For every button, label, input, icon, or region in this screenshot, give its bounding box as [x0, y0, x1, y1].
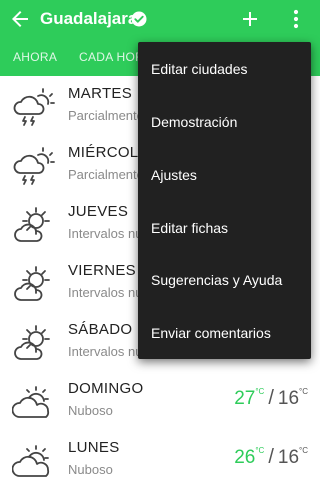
temp-separator: /: [268, 446, 274, 468]
forecast-row[interactable]: LUNES Nuboso 26°C/16°C: [0, 432, 320, 491]
forecast-temps: 26°C/16°C: [234, 446, 308, 469]
temp-high: 27: [234, 388, 256, 409]
temp-high-unit: °C: [255, 446, 265, 455]
forecast-day: VIERNES: [68, 262, 136, 279]
storm-cloud-sun-icon: [13, 88, 55, 126]
more-vert-icon[interactable]: [286, 7, 306, 31]
temp-low: 16: [277, 447, 300, 468]
forecast-day: MARTES: [68, 85, 133, 102]
temp-low-unit: °C: [299, 387, 308, 396]
menu-item-editar-ciudades[interactable]: Editar ciudades: [151, 61, 248, 77]
cloudy-icon: [12, 445, 50, 477]
forecast-day: JUEVES: [68, 203, 129, 220]
verified-check-icon: [131, 11, 147, 27]
forecast-temps: 27°C/16°C: [234, 387, 308, 410]
menu-item-ajustes[interactable]: Ajustes: [151, 167, 197, 183]
forecast-desc: Nuboso: [68, 403, 113, 418]
menu-item-editar-fichas[interactable]: Editar fichas: [151, 220, 228, 236]
cloudy-icon: [12, 386, 50, 418]
partly-cloudy-icon: [14, 266, 50, 301]
partly-cloudy-icon: [14, 207, 50, 242]
forecast-desc: Nuboso: [68, 462, 113, 477]
back-arrow-icon[interactable]: [8, 7, 32, 31]
temp-separator: /: [268, 387, 274, 409]
app-bar: Guadalajara: [0, 0, 320, 38]
menu-item-sugerencias-ayuda[interactable]: Sugerencias y Ayuda: [151, 272, 282, 288]
forecast-day: SÁBADO: [68, 321, 133, 338]
temp-low: 16: [277, 388, 300, 409]
overflow-menu: Editar ciudades Demostración Ajustes Edi…: [138, 42, 311, 359]
temp-high-unit: °C: [255, 387, 265, 396]
forecast-day: DOMINGO: [68, 380, 144, 397]
forecast-row[interactable]: DOMINGO Nuboso 27°C/16°C: [0, 373, 320, 432]
forecast-day: LUNES: [68, 439, 120, 456]
storm-cloud-sun-icon: [13, 147, 55, 185]
partly-cloudy-icon: [14, 325, 50, 360]
city-title[interactable]: Guadalajara: [40, 9, 137, 29]
temp-high: 26: [234, 447, 256, 468]
menu-item-enviar-comentarios[interactable]: Enviar comentarios: [151, 325, 271, 341]
tab-ahora[interactable]: AHORA: [13, 50, 57, 64]
temp-low-unit: °C: [299, 446, 308, 455]
add-icon[interactable]: [238, 7, 262, 31]
menu-item-demostracion[interactable]: Demostración: [151, 114, 237, 130]
